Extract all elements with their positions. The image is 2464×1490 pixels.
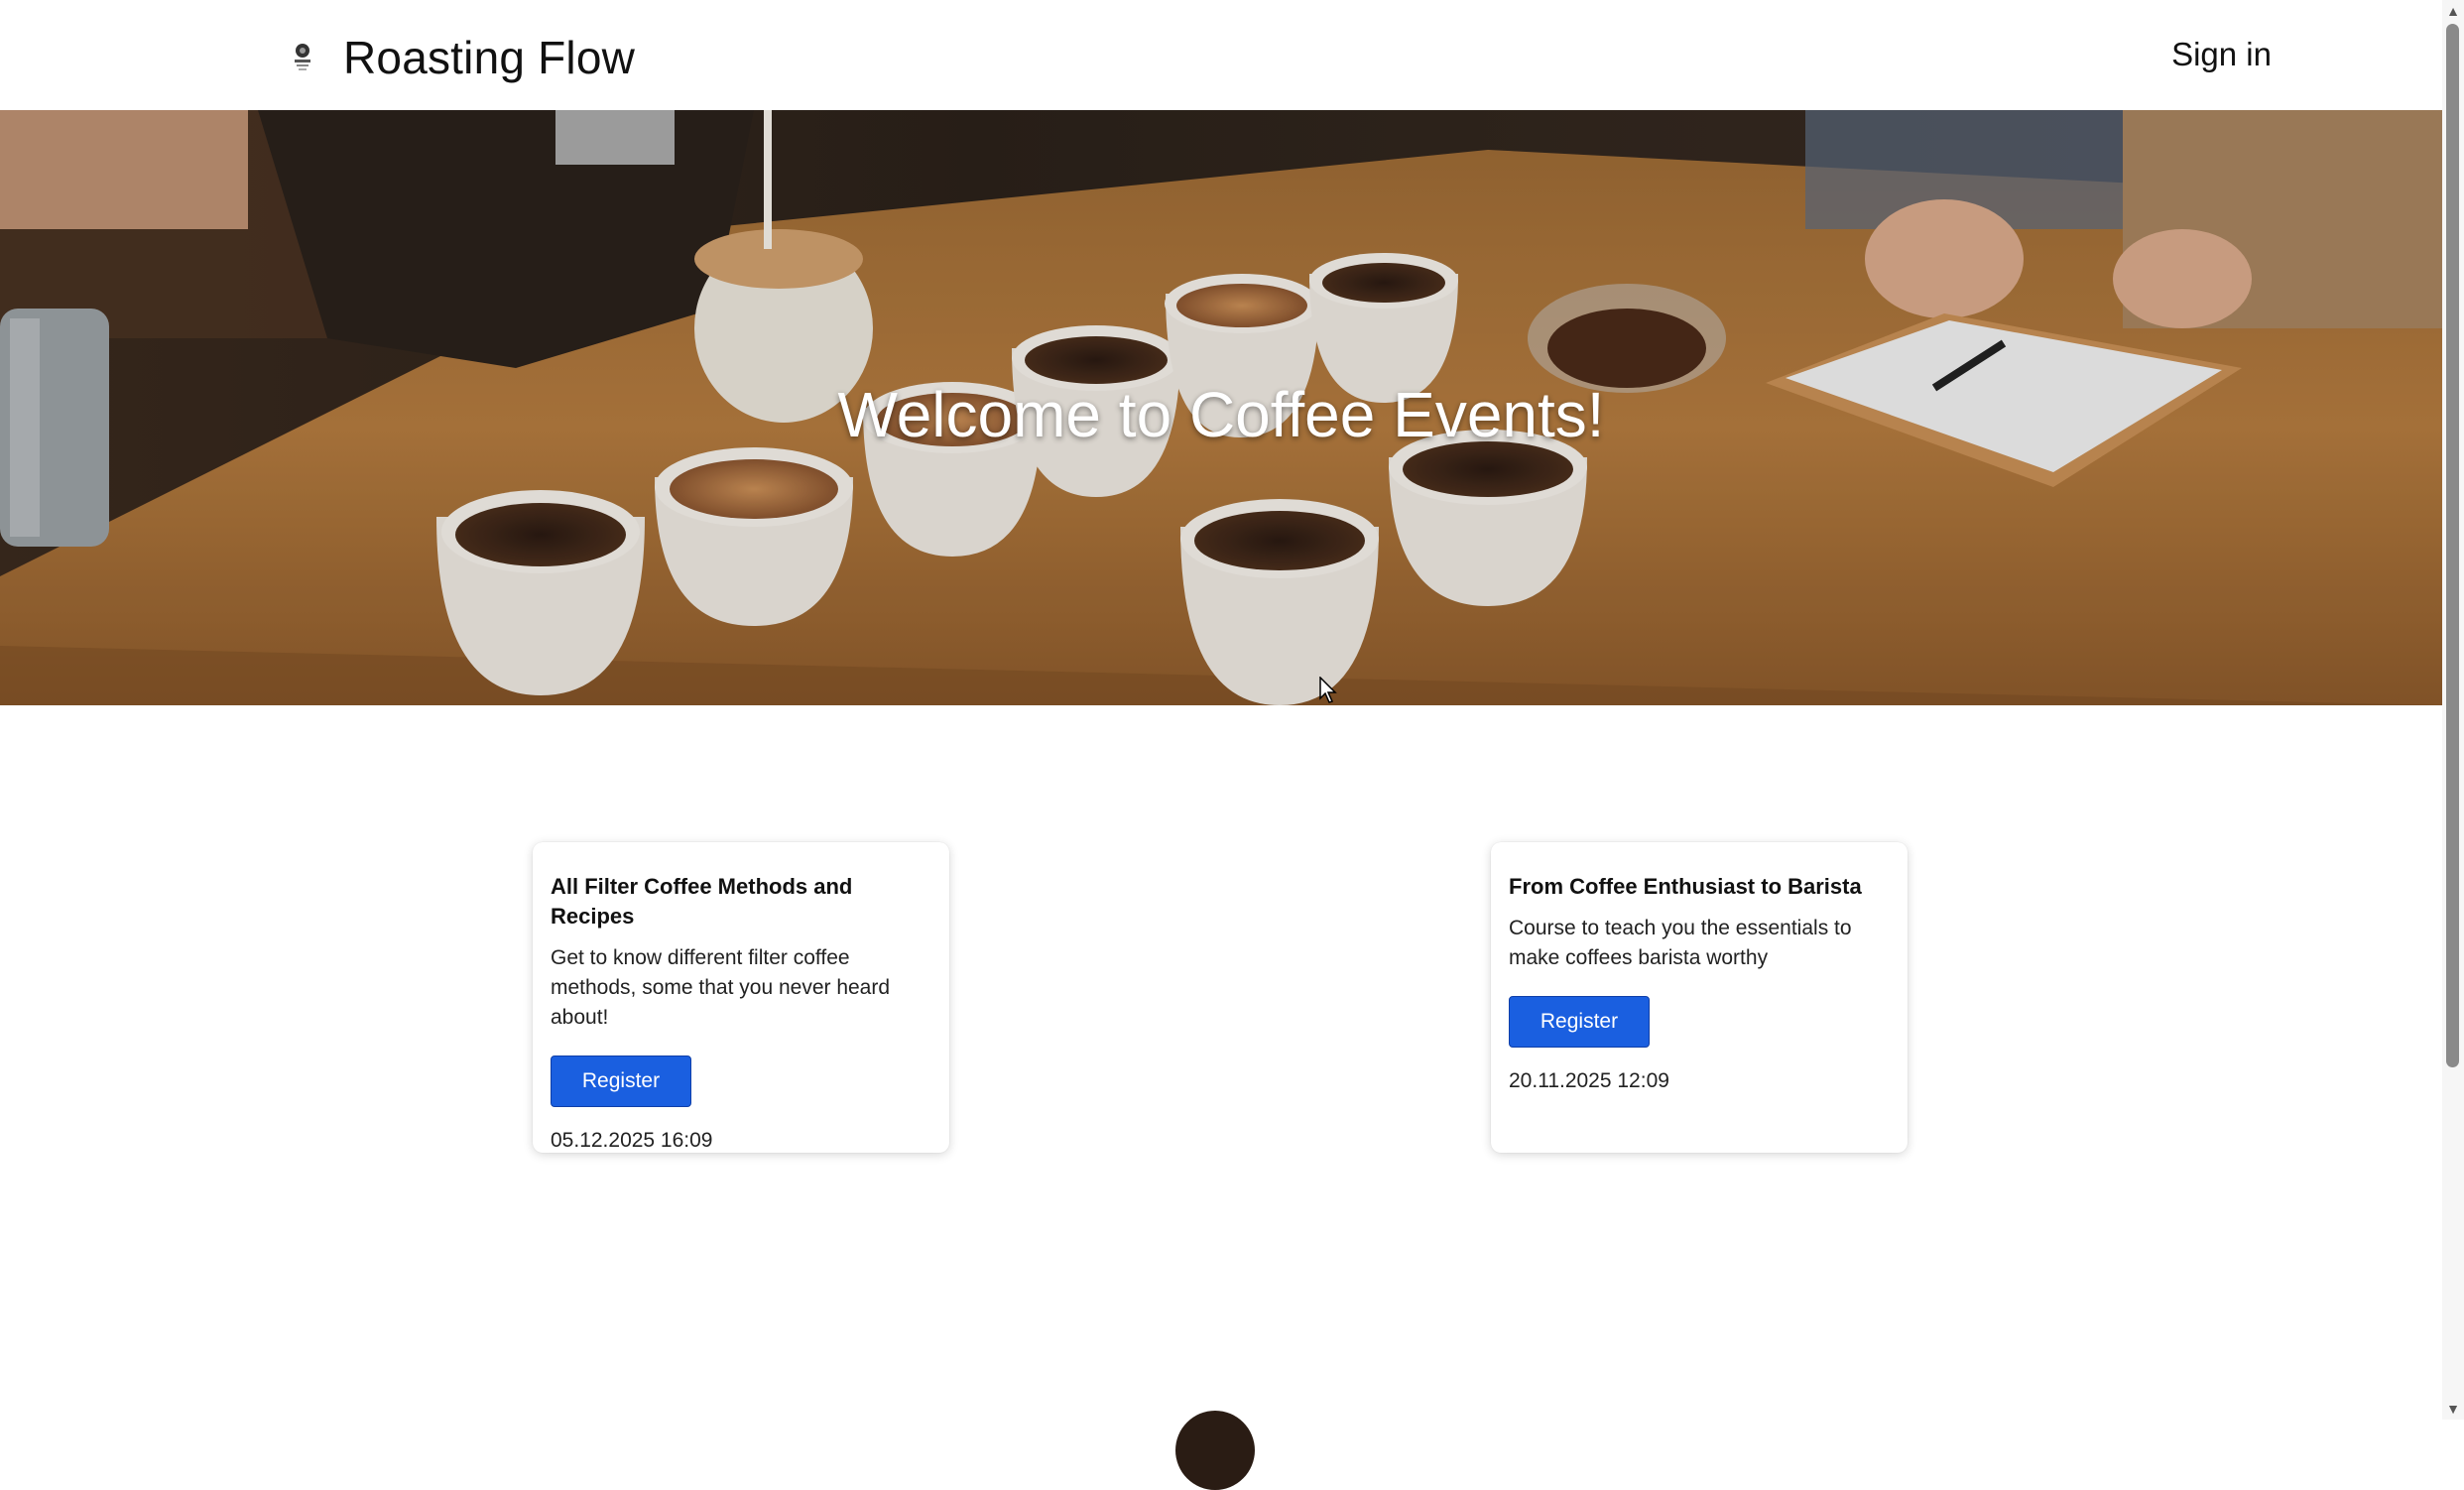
- top-navbar: Roasting Flow Sign in: [0, 0, 2442, 110]
- partial-image-below-fold: [1175, 1411, 1255, 1490]
- coffee-logo-icon: [295, 44, 310, 70]
- event-description: Get to know different filter coffee meth…: [551, 946, 891, 1029]
- sign-in-link[interactable]: Sign in: [2171, 36, 2272, 73]
- hero-banner: Welcome to Coffee Events!: [0, 110, 2442, 705]
- event-title: All Filter Coffee Methods and Recipes: [551, 874, 853, 929]
- event-date: 20.11.2025 12:09: [1509, 1069, 1669, 1092]
- event-card: All Filter Coffee Methods and Recipes Ge…: [533, 842, 949, 1153]
- hero-title: Welcome to Coffee Events!: [837, 379, 1605, 450]
- scroll-up-arrow-icon[interactable]: ▲: [2442, 0, 2464, 22]
- mouse-cursor-icon: [1319, 677, 1337, 703]
- event-card: From Coffee Enthusiast to Barista Course…: [1491, 842, 1908, 1153]
- brand-name: Roasting Flow: [343, 32, 636, 83]
- event-title: From Coffee Enthusiast to Barista: [1509, 874, 1862, 899]
- scrollbar-thumb[interactable]: [2446, 24, 2459, 1067]
- event-date: 05.12.2025 16:09: [551, 1129, 713, 1152]
- brand-link[interactable]: Roasting Flow: [288, 28, 635, 87]
- scroll-down-arrow-icon[interactable]: ▼: [2442, 1398, 2464, 1420]
- vertical-scrollbar[interactable]: ▲ ▼: [2442, 0, 2464, 1420]
- event-description: Course to teach you the essentials to ma…: [1509, 917, 1852, 969]
- register-button[interactable]: Register: [1509, 996, 1650, 1048]
- register-button[interactable]: Register: [551, 1055, 691, 1107]
